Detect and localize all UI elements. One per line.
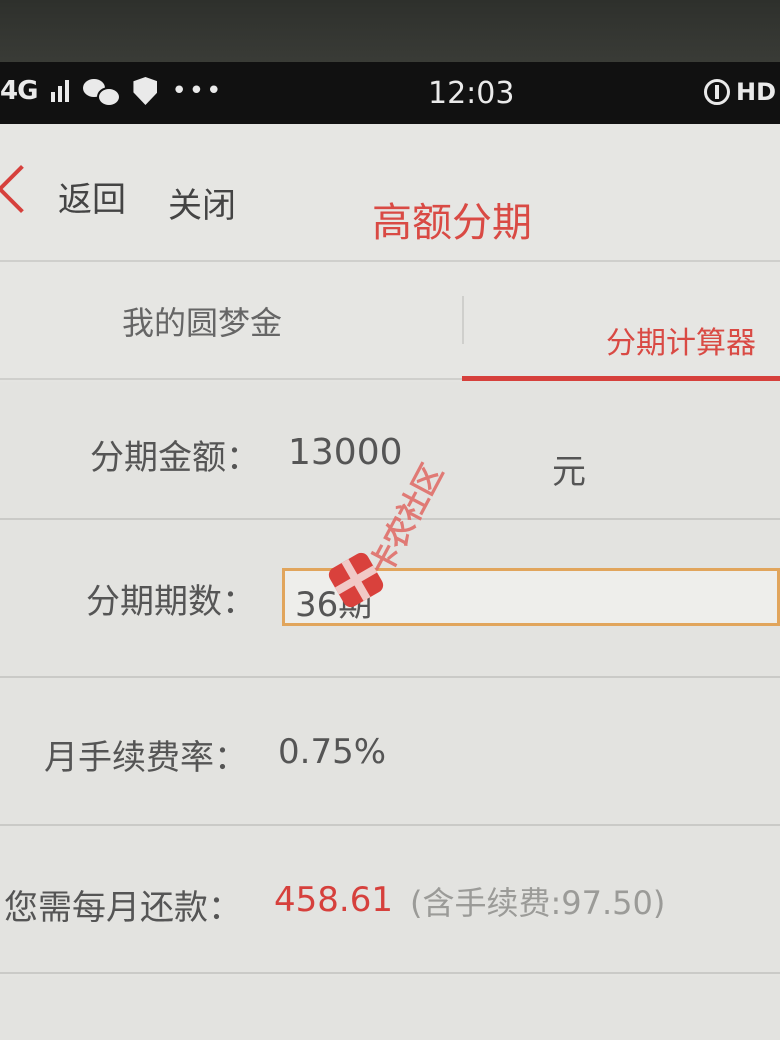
app-screen: 返回 关闭 高额分期 我的圆梦金 分期计算器 分期金额： 13000 元 分期期… [0, 124, 780, 1040]
photo-background [0, 0, 780, 70]
back-arrow-icon[interactable] [0, 164, 46, 214]
hd-label: HD [736, 78, 777, 106]
network-type: 4G [0, 76, 38, 106]
amount-input[interactable]: 13000 [288, 432, 403, 473]
rate-label: 月手续费率： [44, 738, 248, 778]
periods-select[interactable]: 36期 [282, 568, 780, 626]
hd-icon [704, 79, 730, 105]
status-right: HD [704, 78, 776, 106]
status-left: 4G ••• [0, 76, 224, 107]
back-button[interactable]: 返回 [58, 172, 126, 221]
periods-label: 分期期数： [86, 582, 256, 622]
tab-my-dream-fund[interactable]: 我的圆梦金 [122, 298, 282, 344]
payment-value: 458.61 [274, 880, 393, 920]
signal-icon [51, 80, 70, 102]
wechat-icon [83, 77, 122, 107]
amount-label: 分期金额： [90, 438, 260, 478]
page-title: 高额分期 [372, 200, 532, 246]
status-time: 12:03 [428, 76, 515, 111]
tab-divider [462, 296, 464, 344]
payment-label: 您需每月还款： [4, 888, 242, 928]
nav-bar: 返回 关闭 高额分期 [0, 124, 780, 262]
periods-row: 分期期数： 36期 [0, 520, 780, 678]
close-button[interactable]: 关闭 [168, 178, 236, 227]
status-bar: 4G ••• 12:03 HD [0, 62, 780, 128]
shield-icon [133, 77, 158, 105]
rate-row: 月手续费率： 0.75% [0, 678, 780, 826]
tab-installment-calculator[interactable]: 分期计算器 [606, 318, 756, 362]
amount-row: 分期金额： 13000 元 [0, 382, 780, 520]
more-notifications-icon: ••• [171, 76, 224, 106]
active-tab-indicator [462, 376, 780, 381]
amount-unit: 元 [552, 452, 586, 492]
rate-value: 0.75% [278, 732, 387, 772]
empty-area [0, 976, 780, 1040]
payment-fee-note: (含手续费:97.50) [410, 884, 666, 922]
tab-bar: 我的圆梦金 分期计算器 [0, 262, 780, 380]
periods-value: 36期 [295, 585, 373, 625]
payment-row: 您需每月还款： 458.61 (含手续费:97.50) [0, 826, 780, 974]
